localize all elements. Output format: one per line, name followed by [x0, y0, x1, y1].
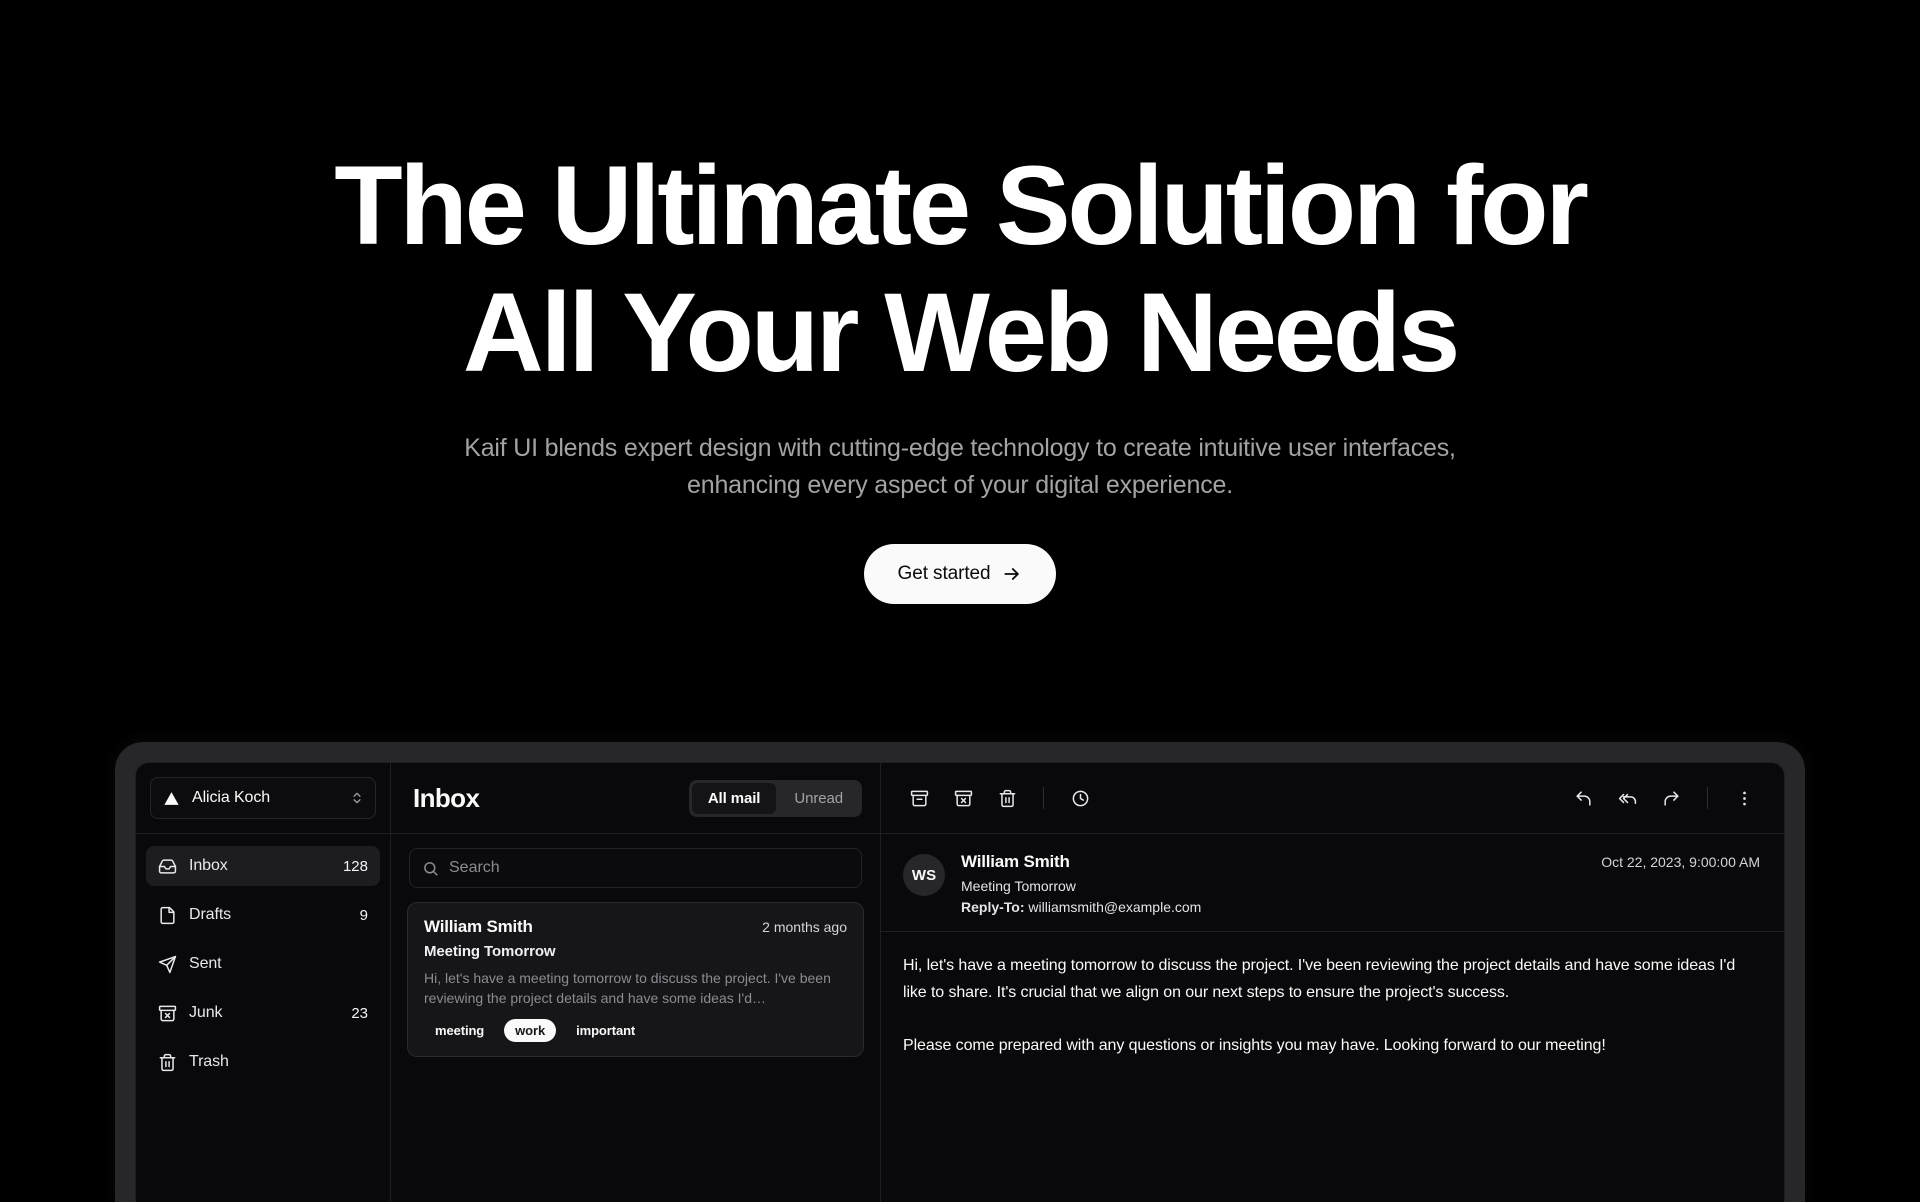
search-box[interactable]	[409, 848, 862, 888]
send-icon	[158, 955, 177, 974]
mail-card-sender: William Smith	[424, 917, 533, 936]
tab-all-mail[interactable]: All mail	[691, 782, 777, 814]
sidebar-item-label: Inbox	[189, 857, 228, 874]
reply-icon	[1574, 789, 1593, 808]
archive-x-icon	[954, 789, 973, 808]
message-sender: William Smith	[961, 852, 1070, 871]
forward-icon	[1662, 789, 1681, 808]
reply-to-email: williamsmith@example.com	[1028, 899, 1202, 915]
page-title-line-1: The Ultimate Solution for	[334, 143, 1589, 268]
message-subject: Meeting Tomorrow	[961, 878, 1076, 894]
archive-button[interactable]	[899, 778, 939, 818]
reply-all-icon	[1618, 789, 1637, 808]
search-container	[391, 834, 880, 898]
sidebar-item-junk[interactable]: Junk 23	[146, 993, 380, 1033]
mail-app-screen: Alicia Koch Inbox 128 Drafts 9 Sent Junk…	[135, 762, 1785, 1202]
inbox-icon	[158, 857, 177, 876]
message-body: Hi, let's have a meeting tomorrow to dis…	[881, 932, 1784, 1059]
mail-card-time: 2 months ago	[762, 919, 847, 935]
triangle-logo-icon	[162, 789, 181, 808]
snooze-button[interactable]	[1060, 778, 1100, 818]
move-to-trash-button[interactable]	[987, 778, 1027, 818]
page-subtitle: Kaif UI blends expert design with cuttin…	[464, 434, 1456, 499]
more-vertical-icon	[1735, 789, 1754, 808]
tag-work[interactable]: work	[504, 1019, 557, 1042]
archive-icon	[910, 789, 929, 808]
arrow-right-icon	[1002, 564, 1022, 584]
toolbar-divider	[1043, 787, 1044, 809]
sidebar-item-label: Drafts	[189, 906, 232, 923]
trash-icon	[158, 1053, 177, 1072]
more-options-button[interactable]	[1724, 778, 1764, 818]
tag-important[interactable]: important	[565, 1019, 646, 1042]
avatar: WS	[903, 854, 945, 896]
sidebar-item-label: Trash	[189, 1053, 229, 1070]
toolbar-divider-right	[1707, 787, 1708, 809]
move-to-junk-button[interactable]	[943, 778, 983, 818]
sidebar-item-label: Sent	[189, 955, 222, 972]
sidebar-item-drafts[interactable]: Drafts 9	[146, 895, 380, 935]
mail-card-tags: meeting work important	[424, 1019, 847, 1042]
sidebar-item-label: Junk	[189, 1004, 223, 1021]
search-icon	[422, 860, 439, 877]
file-icon	[158, 906, 177, 925]
tab-unread[interactable]: Unread	[778, 783, 859, 814]
sidebar-item-sent[interactable]: Sent	[146, 944, 380, 984]
clock-icon	[1071, 789, 1090, 808]
message-header: WS William Smith Meeting Tomorrow Reply-…	[881, 834, 1784, 932]
get-started-button[interactable]: Get started	[863, 544, 1057, 604]
message-date: Oct 22, 2023, 9:00:00 AM	[1601, 854, 1760, 870]
message-meta: William Smith Meeting Tomorrow Reply-To:…	[961, 852, 1585, 915]
device-mockup-frame: Alicia Koch Inbox 128 Drafts 9 Sent Junk…	[115, 742, 1805, 1202]
cta-container: Get started	[0, 544, 1920, 604]
sidebar-item-trash[interactable]: Trash	[146, 1042, 380, 1082]
page-title-line-2: All Your Web Needs	[462, 270, 1460, 395]
reply-to-label: Reply-To:	[961, 899, 1025, 915]
account-name: Alicia Koch	[192, 789, 271, 806]
sidebar-item-inbox[interactable]: Inbox 128	[146, 846, 380, 886]
sidebar-item-count: 128	[342, 857, 368, 875]
mail-sidebar: Alicia Koch Inbox 128 Drafts 9 Sent Junk…	[136, 763, 391, 1202]
mail-card-top-row: William Smith 2 months ago	[424, 917, 847, 937]
page-title: The Ultimate Solution for All Your Web N…	[180, 142, 1740, 396]
message-paragraph-1: Hi, let's have a meeting tomorrow to dis…	[903, 957, 1736, 1001]
list-item[interactable]: William Smith 2 months ago Meeting Tomor…	[407, 902, 864, 1057]
mail-card-preview: Hi, let's have a meeting tomorrow to dis…	[424, 970, 831, 1006]
account-switcher-row: Alicia Koch	[136, 763, 390, 834]
trash-icon	[998, 789, 1017, 808]
mail-filter-tabs: All mail Unread	[688, 779, 862, 817]
mail-toolbar	[881, 763, 1784, 834]
sidebar-item-count: 9	[359, 906, 368, 924]
message-paragraph-2: Please come prepared with any questions …	[903, 1037, 1606, 1054]
sidebar-item-count: 23	[351, 1004, 368, 1022]
reply-button[interactable]	[1563, 778, 1603, 818]
message-reply-to: Reply-To: williamsmith@example.com	[961, 899, 1585, 915]
tag-meeting[interactable]: meeting	[424, 1019, 495, 1042]
mail-card-subject: Meeting Tomorrow	[424, 943, 556, 960]
hero-section: The Ultimate Solution for All Your Web N…	[0, 0, 1920, 740]
mail-folder-nav: Inbox 128 Drafts 9 Sent Junk 23 Trash	[136, 834, 390, 1091]
chevron-up-down-icon	[350, 790, 364, 806]
mail-reading-pane: WS William Smith Meeting Tomorrow Reply-…	[881, 763, 1784, 1202]
get-started-label: Get started	[897, 563, 991, 584]
account-switcher[interactable]: Alicia Koch	[150, 777, 376, 819]
archive-x-icon	[158, 1004, 177, 1023]
search-input[interactable]	[449, 859, 849, 877]
forward-button[interactable]	[1651, 778, 1691, 818]
reply-all-button[interactable]	[1607, 778, 1647, 818]
mail-list-title: Inbox	[413, 782, 480, 813]
mail-list-header: Inbox All mail Unread	[391, 763, 880, 834]
mail-list-items: William Smith 2 months ago Meeting Tomor…	[391, 898, 880, 1057]
mail-list-column: Inbox All mail Unread Search William Smi…	[391, 763, 881, 1202]
